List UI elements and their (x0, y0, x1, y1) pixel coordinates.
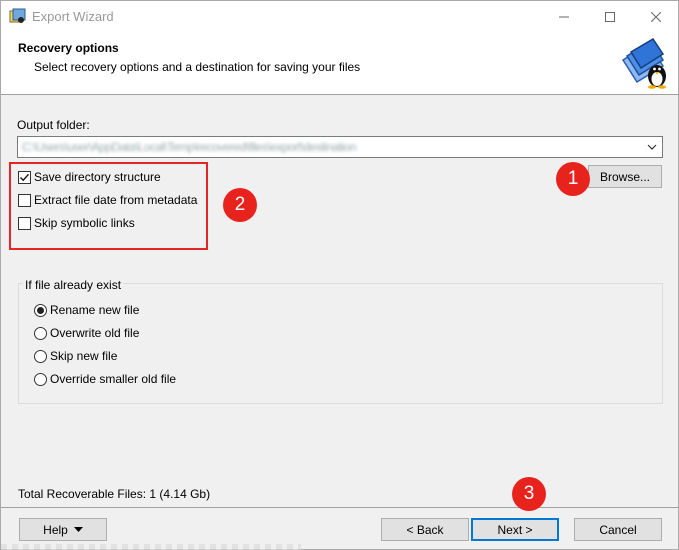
minimize-button[interactable] (541, 1, 587, 32)
caret-down-icon (73, 526, 83, 532)
maximize-button[interactable] (587, 1, 633, 32)
help-button[interactable]: Help (19, 518, 107, 541)
options-highlight-box (9, 162, 208, 250)
close-button[interactable] (633, 1, 679, 32)
chevron-down-icon[interactable] (646, 140, 658, 154)
export-wizard-window: Export Wizard Recovery options Select re… (0, 0, 679, 550)
cancel-button[interactable]: Cancel (574, 518, 662, 541)
browse-button-label: Browse... (599, 169, 650, 184)
override-smaller-old-file-radio[interactable] (34, 373, 47, 386)
skip-new-file-radio[interactable] (34, 350, 47, 363)
back-button[interactable]: < Back (381, 518, 469, 541)
title-bar: Export Wizard (1, 1, 678, 32)
overwrite-old-file-radio[interactable] (34, 327, 47, 340)
browse-button[interactable]: Browse... (588, 165, 662, 188)
skip-new-file-label[interactable]: Skip new file (50, 349, 117, 363)
annotation-badge-3: 3 (512, 477, 546, 511)
window-title: Export Wizard (32, 9, 114, 24)
next-button[interactable]: Next > (471, 518, 559, 541)
annotation-badge-2: 2 (223, 188, 257, 222)
help-button-label: Help (43, 522, 68, 537)
radio-selected-dot (37, 307, 44, 314)
total-recoverable-files: Total Recoverable Files: 1 (4.14 Gb) (18, 487, 211, 501)
overwrite-old-file-label[interactable]: Overwrite old file (50, 326, 139, 340)
override-smaller-old-file-label[interactable]: Override smaller old file (50, 372, 176, 386)
output-folder-value: C:\Users\user\AppData\Local\Temp\recover… (22, 140, 357, 154)
back-button-label: < Back (406, 522, 444, 537)
app-icon (9, 8, 26, 23)
maximize-icon (605, 11, 615, 22)
page-subtitle: Select recovery options and a destinatio… (34, 60, 361, 74)
rename-new-file-radio[interactable] (34, 304, 47, 317)
folder-penguin-icon (621, 38, 666, 89)
rename-new-file-label[interactable]: Rename new file (50, 303, 139, 317)
next-button-label: Next > (497, 522, 533, 537)
wizard-header: Recovery options Select recovery options… (1, 32, 678, 95)
annotation-badge-1: 1 (556, 162, 590, 196)
blurred-strip (1, 544, 301, 550)
output-folder-label: Output folder: (17, 118, 90, 132)
close-icon (651, 11, 661, 22)
footer-divider (1, 507, 678, 508)
output-folder-combobox[interactable]: C:\Users\user\AppData\Local\Temp\recover… (17, 136, 663, 158)
cancel-button-label: Cancel (599, 522, 637, 537)
if-file-exists-title: If file already exist (23, 278, 124, 292)
page-title: Recovery options (18, 41, 119, 55)
minimize-icon (559, 16, 569, 17)
